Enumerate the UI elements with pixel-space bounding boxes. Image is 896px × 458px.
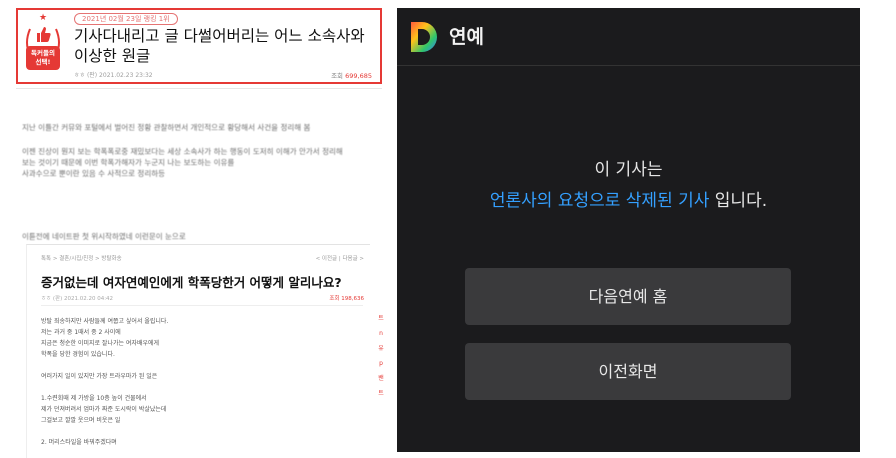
divider xyxy=(16,88,382,89)
badge-line-1: 독커들의 xyxy=(31,49,55,57)
paragraph-line: 사과수으로 뿐이란 있음 수 사적으로 정리하등 xyxy=(22,169,166,178)
share-service-icon[interactable]: 밴 xyxy=(376,374,386,384)
article-paragraph: 이튿전에 네이트판 첫 위시작하였네 이런문이 눈으로 xyxy=(22,232,186,241)
view-count-label: 조회 xyxy=(331,72,344,80)
share-service-icon[interactable]: p xyxy=(376,359,386,369)
ranking-date-chip: 2021년 02월 23일 랭킹 1위 xyxy=(74,13,178,25)
daum-logo-icon[interactable] xyxy=(411,22,437,52)
top-bar: 연예 xyxy=(397,8,860,66)
post-body-line: 저는 과거 중 1때서 중 2 사이에 xyxy=(41,329,121,336)
article-screenshot: ★ 독커들의 선택! 2021년 02월 23일 랭킹 1위 기사다내리고 글 … xyxy=(0,0,396,458)
notice-line-1: 이 기사는 xyxy=(594,160,663,180)
post-body-line: 제가 던져버려서 엄마가 짜준 도시락이 박살났는데 xyxy=(41,406,167,413)
article-meta: ㅎㅎ (판) 2021.02.23 23:32 xyxy=(74,72,153,79)
embedded-post-meta: ㅎㅎ (판) 2021.02.20 04:42 xyxy=(41,296,114,302)
post-body-line: 그걸보고 깔깔 웃으며 비웃은 일 xyxy=(41,417,121,424)
breadcrumb: 톡톡 > 결혼/시집/친정 > 방탈화송 xyxy=(41,256,122,262)
paragraph-line: 보는 것이기 때문에 이번 학폭가해자가 누군지 나는 보도하는 이유를 xyxy=(22,158,235,167)
previous-page-button[interactable]: 이전화면 xyxy=(465,343,791,400)
notice-accent-text: 언론사의 요청으로 삭제된 기사 xyxy=(489,191,710,211)
daum-entertainment-home-button[interactable]: 다음연예 홈 xyxy=(465,268,791,325)
post-navigation: < 이전글 | 다음글 > xyxy=(315,256,364,262)
deleted-article-page: 연예 이 기사는 언론사의 요청으로 삭제된 기사 입니다. 다음연예 홈 이전… xyxy=(397,8,860,452)
article-title[interactable]: 기사다내리고 글 다썰어버리는 어느 소속사와 이상한 원글 xyxy=(74,26,374,66)
post-body-line: 1.수련회때 제 가방을 10층 높이 건물에서 xyxy=(41,395,147,402)
post-body-line: 학폭을 당한 경험이 있습니다. xyxy=(41,351,115,358)
badge-label: 독커들의 선택! xyxy=(26,46,60,70)
notice-rest-text: 입니다. xyxy=(709,191,768,211)
post-body-line: 지금은 청순한 이미지로 잘나가는 여자배우에게 xyxy=(41,340,160,347)
ranking-article-header: ★ 독커들의 선택! 2021년 02월 23일 랭킹 1위 기사다내리고 글 … xyxy=(16,8,382,84)
embedded-post-screenshot: 톡톡 > 결혼/시집/친정 > 방탈화송 < 이전글 | 다음글 > 증거없는데… xyxy=(26,244,370,458)
share-service-icon[interactable]: n xyxy=(376,329,386,339)
article-paragraph: 이젠 진상이 뭔지 보는 학폭폭로중 재밌보다는 세상 소속사가 하는 행동이 … xyxy=(22,146,382,179)
divider xyxy=(41,305,363,306)
reader-choice-badge: ★ 독커들의 선택! xyxy=(24,14,62,76)
share-service-icon[interactable]: 트 xyxy=(376,389,386,399)
view-count-value: 699,685 xyxy=(345,72,372,80)
thumbs-up-icon xyxy=(37,27,51,42)
post-body-line: 방탈 죄송하지만 사람들께 여쭙고 싶어서 올립니다. xyxy=(41,318,169,325)
badge-line-2: 선택! xyxy=(35,58,51,66)
share-icon-bar: 트n유p밴트 xyxy=(376,314,388,404)
view-count: 조회 699,685 xyxy=(331,70,372,80)
embedded-post-views: 조회 198,636 xyxy=(329,296,364,302)
section-title[interactable]: 연예 xyxy=(449,21,484,53)
paragraph-line: 이젠 진상이 뭔지 보는 학폭폭로중 재밌보다는 세상 소속사가 하는 행동이 … xyxy=(22,147,343,156)
notice-line-2: 언론사의 요청으로 삭제된 기사 입니다. xyxy=(397,186,860,211)
post-body-line: 2. 머리스타일을 바꿔주겠다며 xyxy=(41,439,117,446)
post-body-line: 여러가지 일이 있지만 가장 트라우마가 된 일은 xyxy=(41,373,158,380)
embedded-post-title: 증거없는데 여자연예인에게 학폭당한거 어떻게 알리나요? xyxy=(41,275,342,290)
share-service-icon[interactable]: 트 xyxy=(376,314,386,324)
share-service-icon[interactable]: 유 xyxy=(376,344,386,354)
article-paragraph: 지난 이틀간 커뮤와 포털에서 벌어진 정황 관찰하면서 개인적으로 황당해서 … xyxy=(22,123,311,132)
